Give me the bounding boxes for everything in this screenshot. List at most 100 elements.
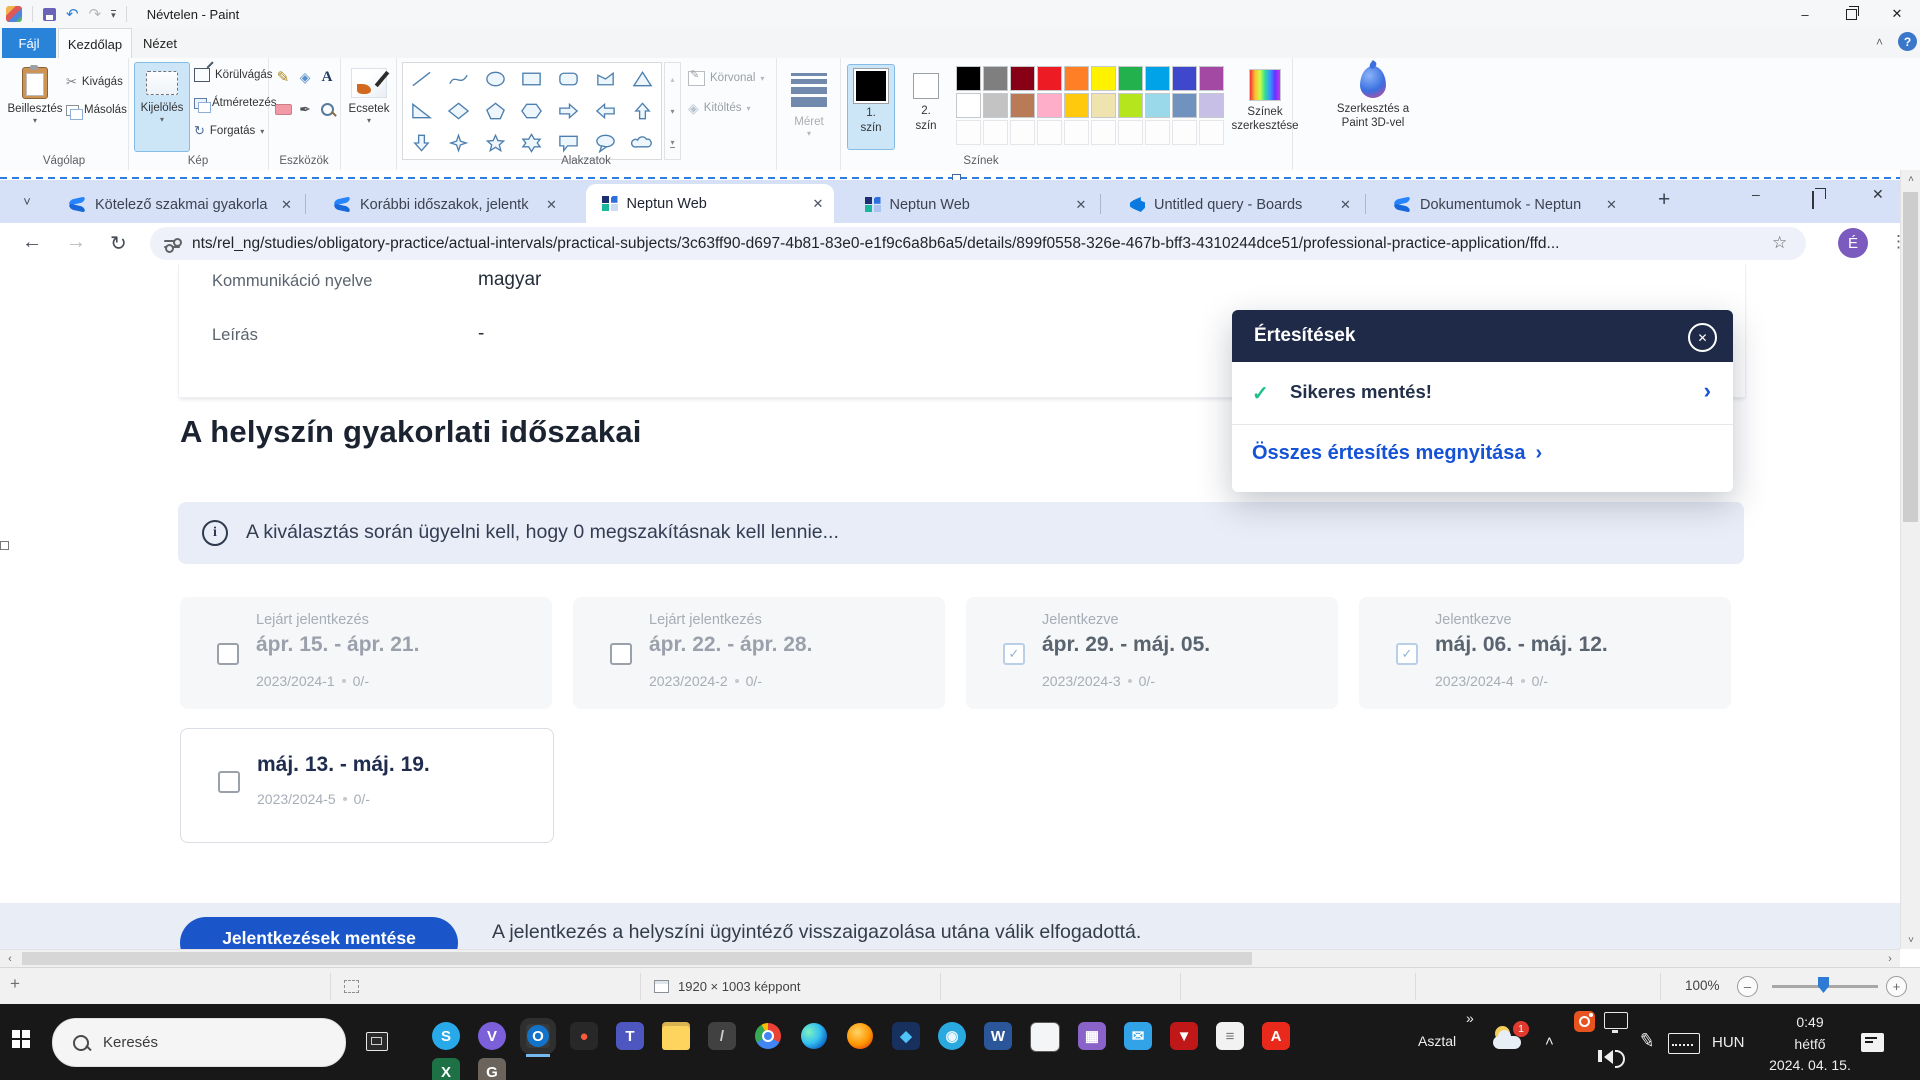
tab-home[interactable]: Kezdőlap: [58, 28, 132, 59]
shapes-scroll-down-icon[interactable]: ▾: [670, 107, 674, 116]
palette-swatch-empty[interactable]: [1172, 120, 1197, 145]
tab-close-icon[interactable]: ✕: [281, 197, 292, 213]
browser-restore-button[interactable]: [1812, 192, 1814, 208]
palette-swatch-empty[interactable]: [1037, 120, 1062, 145]
forward-icon[interactable]: →: [66, 231, 86, 254]
browser-tab-4[interactable]: Neptun Web ✕: [851, 186, 1089, 223]
restore-button[interactable]: [1828, 0, 1874, 28]
palette-swatch[interactable]: [1118, 93, 1143, 118]
palette-swatch[interactable]: [956, 93, 981, 118]
zoom-in-button[interactable]: +: [1886, 976, 1907, 997]
address-bar[interactable]: nts/rel_ng/studies/obligatory-practice/a…: [150, 227, 1806, 260]
shape-six-point-star[interactable]: [520, 133, 543, 153]
taskbar-mail-icon[interactable]: ✉: [1124, 1022, 1152, 1050]
palette-swatch[interactable]: [1037, 66, 1062, 91]
browser-tab-5[interactable]: Untitled query - Boards ✕: [1116, 186, 1354, 223]
zoom-slider-thumb[interactable]: [1818, 977, 1829, 993]
taskbar-search[interactable]: Keresés: [52, 1018, 346, 1067]
minimize-button[interactable]: –: [1782, 0, 1828, 28]
undo-icon[interactable]: ↶: [66, 7, 79, 22]
taskbar-edge-icon[interactable]: [800, 1022, 828, 1050]
select-tool-button[interactable]: Kijelölés ▾: [134, 62, 190, 152]
taskbar-internet-icon[interactable]: ◉: [938, 1022, 966, 1050]
palette-swatch[interactable]: [1037, 93, 1062, 118]
taskbar-word-icon[interactable]: W: [984, 1022, 1012, 1050]
shape-down-arrow[interactable]: [410, 133, 433, 153]
save-icon[interactable]: [43, 8, 56, 21]
taskbar-recorder-icon[interactable]: ●: [570, 1022, 598, 1050]
scroll-down-icon[interactable]: ˅: [1901, 931, 1920, 949]
color2-button[interactable]: 2. szín: [902, 64, 950, 150]
shape-up-arrow[interactable]: [631, 101, 654, 121]
palette-swatch[interactable]: [1145, 93, 1170, 118]
browser-tab-3-active[interactable]: Neptun Web ✕: [586, 184, 834, 223]
brushes-button[interactable]: Ecsetek ▾: [344, 62, 394, 152]
checkbox-checked[interactable]: ✓: [1003, 643, 1025, 665]
horizontal-scroll-thumb[interactable]: [22, 952, 1252, 965]
shapes-scroll-up-icon[interactable]: ▴: [670, 75, 674, 84]
notifications-close-icon[interactable]: ✕: [1688, 323, 1717, 352]
bookmark-star-icon[interactable]: ☆: [1772, 233, 1787, 253]
shape-fill-button[interactable]: ◈ Kitöltés ▾: [688, 96, 751, 120]
paste-button[interactable]: Beillesztés ▾: [7, 62, 63, 152]
weather-icon[interactable]: 1: [1493, 1026, 1525, 1056]
palette-swatch[interactable]: [1118, 66, 1143, 91]
language-indicator[interactable]: HUN: [1712, 1034, 1745, 1051]
paint3d-button[interactable]: Szerkesztés a Paint 3D-vel: [1322, 62, 1424, 152]
copy-button[interactable]: Másolás: [66, 98, 127, 122]
desktop-toolbar-label[interactable]: Asztal: [1418, 1033, 1456, 1049]
shape-rounded-rectangle[interactable]: [557, 69, 580, 89]
close-button[interactable]: ✕: [1874, 0, 1920, 28]
shape-line[interactable]: [410, 69, 433, 89]
task-view-button[interactable]: [366, 1032, 388, 1051]
palette-swatch[interactable]: [1010, 93, 1035, 118]
palette-swatch[interactable]: [1145, 66, 1170, 91]
taskbar-clock[interactable]: 0:49 hétfő 2024. 04. 15.: [1755, 1012, 1865, 1077]
new-tab-button[interactable]: +: [1658, 188, 1670, 212]
tab-search-icon[interactable]: ˅: [14, 188, 40, 214]
shape-cloud-callout[interactable]: [631, 133, 654, 153]
palette-swatch[interactable]: [1199, 66, 1224, 91]
tab-file[interactable]: Fájl: [2, 28, 56, 58]
selection-marquee[interactable]: [0, 177, 1900, 179]
text-tool[interactable]: A: [316, 66, 338, 88]
help-button[interactable]: ?: [1898, 32, 1917, 51]
cut-button[interactable]: ✂ Kivágás: [66, 70, 123, 94]
taskbar-attachment-icon[interactable]: /: [708, 1022, 736, 1050]
scroll-left-icon[interactable]: ‹: [0, 950, 20, 968]
fill-tool[interactable]: ◈: [294, 66, 316, 88]
shape-four-point-star[interactable]: [447, 133, 470, 153]
taskbar-excel-icon[interactable]: X: [432, 1058, 460, 1080]
size-button[interactable]: Méret ▾: [782, 62, 836, 152]
qat-customize-icon[interactable]: ▾: [111, 10, 116, 19]
palette-swatch[interactable]: [983, 66, 1008, 91]
vertical-scroll-thumb[interactable]: [1903, 192, 1918, 522]
tray-recorder-icon[interactable]: [1574, 1011, 1595, 1032]
taskbar-mcafee-icon[interactable]: ▼: [1170, 1022, 1198, 1050]
tab-close-icon[interactable]: ✕: [1340, 197, 1351, 213]
palette-swatch[interactable]: [1091, 66, 1116, 91]
action-center-icon[interactable]: [1861, 1033, 1884, 1052]
palette-swatch[interactable]: [983, 93, 1008, 118]
browser-minimize-button[interactable]: –: [1752, 186, 1760, 202]
taskbar-file-explorer-icon[interactable]: [662, 1022, 690, 1050]
palette-swatch[interactable]: [1172, 66, 1197, 91]
palette-swatch[interactable]: [1172, 93, 1197, 118]
eraser-tool[interactable]: [272, 98, 294, 120]
tray-keyboard-icon[interactable]: [1668, 1033, 1700, 1054]
taskbar-chrome-icon[interactable]: [754, 1022, 782, 1050]
horizontal-scrollbar[interactable]: ‹ ›: [0, 949, 1900, 968]
palette-swatch-empty[interactable]: [1010, 120, 1035, 145]
redo-icon[interactable]: ↷: [89, 7, 102, 22]
zoom-out-button[interactable]: –: [1737, 976, 1758, 997]
taskbar-outlook-icon[interactable]: O: [524, 1022, 552, 1050]
taskbar-teams-icon[interactable]: T: [616, 1022, 644, 1050]
taskbar-notepad-icon[interactable]: ≡: [1216, 1022, 1244, 1050]
taskbar-webex-icon[interactable]: ◆: [892, 1022, 920, 1050]
taskbar-gimp-icon[interactable]: G: [478, 1058, 506, 1080]
shape-left-arrow[interactable]: [594, 101, 617, 121]
period-card-1[interactable]: ✓ Lejárt jelentkezés ápr. 15. - ápr. 21.…: [180, 597, 552, 709]
rotate-button[interactable]: ↻ Forgatás ▾: [194, 119, 264, 143]
profile-avatar[interactable]: É: [1838, 228, 1868, 258]
checkbox[interactable]: ✓: [218, 771, 240, 793]
